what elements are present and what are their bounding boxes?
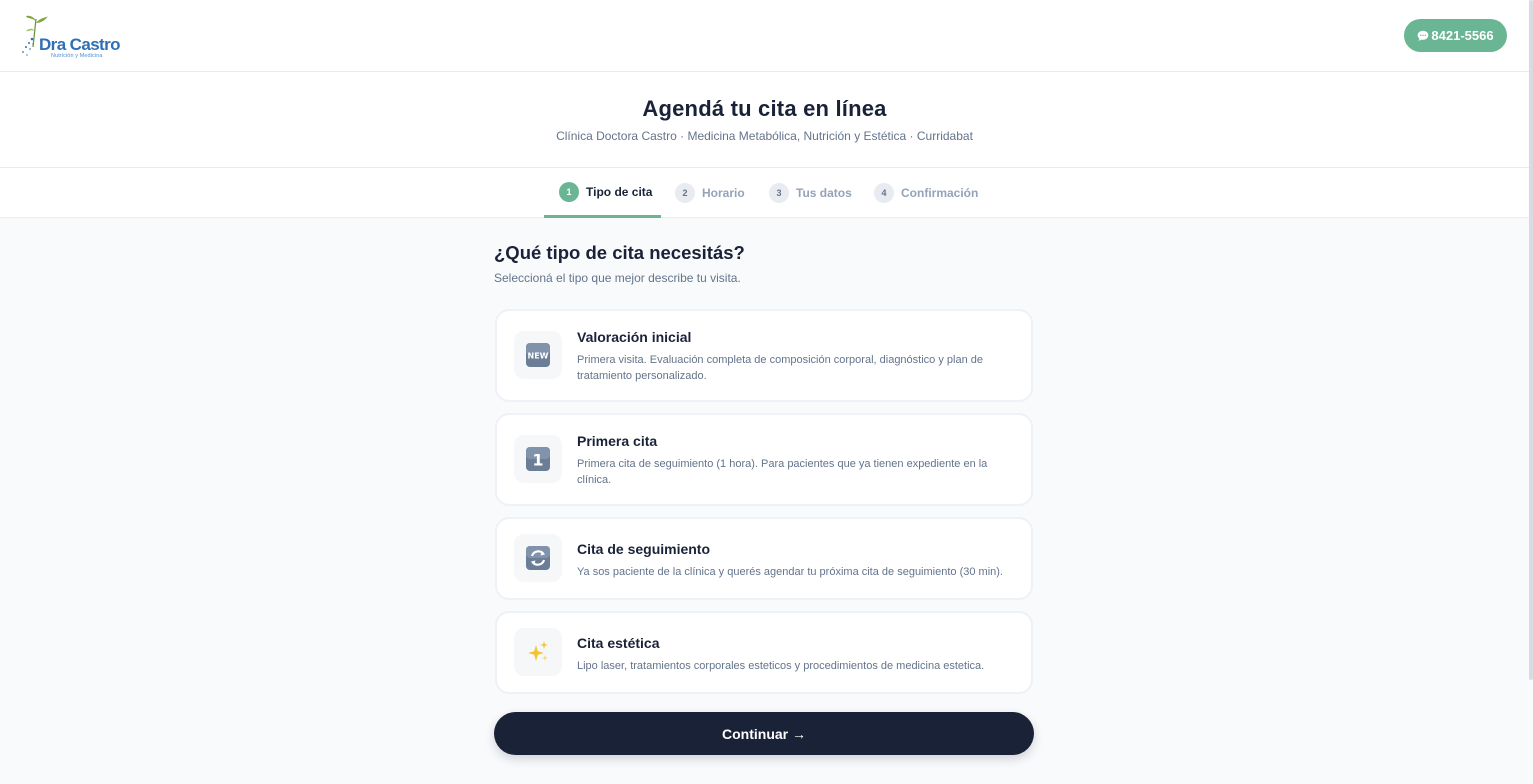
option-cita-estetica[interactable]: Cita estética Lipo laser, tratamientos c… bbox=[495, 611, 1033, 694]
step-horario[interactable]: 2 Horario bbox=[675, 168, 745, 218]
phone-button[interactable]: 8421-5566 bbox=[1404, 19, 1507, 52]
continue-button[interactable]: Continuar → bbox=[494, 712, 1034, 755]
option-description: Primera visita. Evaluación completa de c… bbox=[577, 354, 983, 382]
step-tipo-de-cita[interactable]: 1 Tipo de cita bbox=[544, 168, 661, 218]
option-description: Ya sos paciente de la clínica y querés a… bbox=[577, 566, 1003, 578]
step-label: Tipo de cita bbox=[586, 184, 653, 199]
refresh-arrows-icon bbox=[514, 534, 562, 582]
page-title: Agendá tu cita en línea bbox=[642, 96, 887, 121]
option-description: Lipo laser, tratamientos corporales este… bbox=[577, 660, 985, 672]
option-cita-de-seguimiento[interactable]: Cita de seguimiento Ya sos paciente de l… bbox=[495, 517, 1033, 600]
phone-label: 8421-5566 bbox=[1431, 28, 1494, 43]
new-badge-text: NEW bbox=[528, 352, 549, 361]
step-number: 1 bbox=[559, 181, 579, 202]
section-title: ¿Qué tipo de cita necesitás? bbox=[494, 242, 745, 263]
step-number: 3 bbox=[769, 183, 789, 203]
keycap-digit: 1 bbox=[532, 451, 543, 470]
chat-bubble-icon bbox=[1417, 30, 1429, 42]
page-header: Agendá tu cita en línea Clínica Doctora … bbox=[0, 72, 1529, 168]
page-subtitle: Clínica Doctora Castro · Medicina Metabó… bbox=[556, 129, 973, 143]
step-label: Horario bbox=[702, 186, 745, 200]
section-subtitle: Seleccioná el tipo que mejor describe tu… bbox=[494, 271, 741, 285]
step-tus-datos[interactable]: 3 Tus datos bbox=[769, 168, 852, 218]
scrollbar[interactable] bbox=[1529, 0, 1533, 680]
sparkles-icon bbox=[514, 628, 562, 676]
new-badge-icon: NEW bbox=[514, 331, 562, 379]
stepper: 1 Tipo de cita 2 Horario 3 Tus datos 4 C… bbox=[0, 168, 1529, 218]
top-bar: Dra Castro Nutrición y Medicina 8421-556… bbox=[0, 0, 1529, 72]
step-number: 2 bbox=[675, 183, 695, 203]
step-label: Tus datos bbox=[796, 186, 852, 200]
option-title: Valoración inicial bbox=[577, 329, 692, 345]
step-number: 4 bbox=[874, 183, 894, 203]
option-description: Primera cita de seguimiento (1 hora). Pa… bbox=[577, 458, 988, 486]
option-valoracion-inicial[interactable]: NEW Valoración inicial Primera visita. E… bbox=[495, 309, 1033, 402]
option-primera-cita[interactable]: 1 Primera cita Primera cita de seguimien… bbox=[495, 413, 1033, 506]
keycap-one-icon: 1 bbox=[514, 435, 562, 483]
option-title: Cita estética bbox=[577, 635, 660, 651]
logo[interactable]: Dra Castro Nutrición y Medicina bbox=[20, 11, 121, 61]
logo-title: Dra Castro bbox=[39, 35, 121, 54]
option-title: Primera cita bbox=[577, 433, 658, 449]
logo-subtitle: Nutrición y Medicina bbox=[51, 53, 103, 59]
step-confirmacion[interactable]: 4 Confirmación bbox=[874, 168, 978, 218]
option-title: Cita de seguimiento bbox=[577, 541, 711, 557]
step-label: Confirmación bbox=[901, 186, 979, 200]
